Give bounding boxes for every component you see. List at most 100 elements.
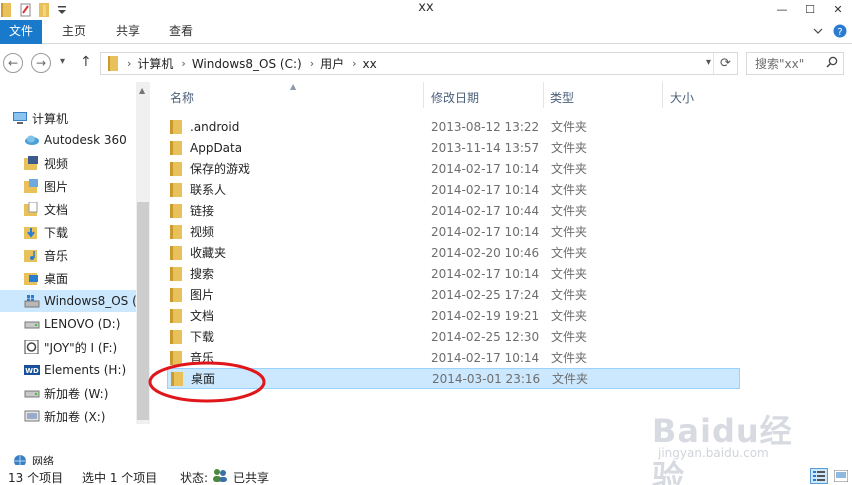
breadcrumb-separator[interactable]: › <box>181 57 185 70</box>
file-date: 2014-02-17 10:14 <box>431 350 540 365</box>
breadcrumb-computer[interactable]: 计算机 <box>137 55 173 72</box>
column-type[interactable]: 类型 <box>550 89 574 106</box>
breadcrumb-drive[interactable]: Windows8_OS (C:) <box>192 57 302 71</box>
table-row[interactable]: 联系人 2014-02-17 10:14 文件夹 <box>167 179 740 200</box>
folder-icon <box>107 56 119 71</box>
sidebar-item-label: "JOY"的 I (F:) <box>44 340 118 355</box>
tab-file[interactable]: 文件 <box>0 20 42 44</box>
table-row[interactable]: 链接 2014-02-17 10:44 文件夹 <box>167 200 740 221</box>
address-dropdown-button[interactable]: ▾ <box>706 57 711 68</box>
folder-icon <box>169 308 187 323</box>
pictures-folder-icon <box>24 179 40 193</box>
folder-icon <box>169 350 187 365</box>
file-date: 2014-02-17 10:14 <box>431 224 540 239</box>
minimize-button[interactable]: — <box>768 0 796 18</box>
window-controls: — ☐ ✕ <box>768 0 852 18</box>
title-bar: xx — ☐ ✕ <box>0 0 852 20</box>
selection-count: 选中 1 个项目 <box>82 471 158 485</box>
column-headers: ▲ 名称 修改日期 类型 大小 <box>150 82 852 108</box>
tab-share[interactable]: 共享 <box>106 20 150 44</box>
downloads-folder-icon <box>24 225 40 239</box>
file-type: 文件夹 <box>551 120 588 134</box>
file-name: 图片 <box>190 288 215 302</box>
column-divider[interactable] <box>543 82 544 108</box>
help-icon[interactable]: ? <box>832 23 848 39</box>
navigation-bar: ← → ▾ ↑ › 计算机 › Windows8_OS (C:) › 用户 › … <box>0 45 852 82</box>
up-button[interactable]: ↑ <box>80 54 92 70</box>
sidebar-scroll-thumb[interactable] <box>137 202 149 420</box>
file-name: 下载 <box>190 330 215 344</box>
table-row[interactable]: 搜索 2014-02-17 10:14 文件夹 <box>167 263 740 284</box>
music-folder-icon <box>24 248 40 262</box>
sidebar-item-label: 图片 <box>44 179 69 194</box>
column-divider[interactable] <box>662 82 663 108</box>
details-view-button[interactable] <box>810 468 828 484</box>
recent-locations-button[interactable]: ▾ <box>60 56 65 67</box>
system-drive-icon <box>24 294 40 308</box>
file-name: 搜索 <box>190 267 215 281</box>
table-row[interactable]: 视频 2014-02-17 10:14 文件夹 <box>167 221 740 242</box>
column-name[interactable]: 名称 <box>170 89 194 106</box>
sidebar-item-computer[interactable]: 计算机 <box>12 107 148 129</box>
search-input[interactable]: 搜索"xx" <box>746 52 844 75</box>
table-row[interactable]: 保存的游戏 2014-02-17 10:14 文件夹 <box>167 158 740 179</box>
file-name: .android <box>190 119 240 134</box>
sidebar-item-label: 桌面 <box>44 271 69 286</box>
chevron-down-icon[interactable] <box>810 23 826 39</box>
sidebar-item-label: 视频 <box>44 156 69 171</box>
folder-icon <box>169 119 187 134</box>
column-size[interactable]: 大小 <box>670 89 694 106</box>
table-row[interactable]: 下载 2014-02-25 12:30 文件夹 <box>167 326 740 347</box>
file-name: 联系人 <box>190 183 227 197</box>
breadcrumb-separator[interactable]: › <box>352 57 356 70</box>
breadcrumb-users[interactable]: 用户 <box>320 55 344 72</box>
table-row[interactable]: 音乐 2014-02-17 10:14 文件夹 <box>167 347 740 368</box>
maximize-button[interactable]: ☐ <box>796 0 824 18</box>
file-date: 2014-02-17 10:14 <box>431 266 540 281</box>
sidebar-item-windows8-os[interactable]: Windows8_OS ( <box>0 290 137 312</box>
back-button[interactable]: ← <box>3 53 23 73</box>
address-bar[interactable]: › 计算机 › Windows8_OS (C:) › 用户 › xx ▾ ⟳ <box>100 52 738 75</box>
desktop-folder-icon <box>24 271 40 285</box>
file-date: 2013-08-12 13:22 <box>431 119 540 134</box>
scroll-up-icon[interactable]: ▲ <box>139 86 145 95</box>
tab-home[interactable]: 主页 <box>52 20 96 44</box>
file-type: 文件夹 <box>551 183 588 197</box>
large-icons-view-button[interactable] <box>832 468 850 484</box>
table-row[interactable]: 桌面 2014-03-01 23:16 文件夹 <box>167 368 740 389</box>
file-date: 2014-02-17 10:14 <box>431 161 540 176</box>
search-icon[interactable] <box>826 56 838 72</box>
computer-icon <box>12 111 28 125</box>
sidebar-item-label: Elements (H:) <box>44 363 127 377</box>
search-placeholder: 搜索"xx" <box>755 57 805 71</box>
svg-text:?: ? <box>837 27 842 38</box>
file-type: 文件夹 <box>551 141 588 155</box>
ribbon-actions: ? <box>810 23 848 39</box>
sidebar-item-label: Autodesk 360 <box>44 133 127 147</box>
file-name: 保存的游戏 <box>190 162 251 176</box>
video-folder-icon <box>24 156 40 170</box>
tab-view[interactable]: 查看 <box>159 20 203 44</box>
breadcrumb-current[interactable]: xx <box>363 57 377 71</box>
refresh-button[interactable]: ⟳ <box>713 53 737 74</box>
table-row[interactable]: AppData 2013-11-14 13:57 文件夹 <box>167 137 740 158</box>
close-button[interactable]: ✕ <box>824 0 852 18</box>
file-name: 音乐 <box>190 351 215 365</box>
column-modified[interactable]: 修改日期 <box>431 89 479 106</box>
file-name: 桌面 <box>191 372 216 386</box>
sidebar-item-label: 文档 <box>44 202 69 217</box>
table-row[interactable]: 收藏夹 2014-02-20 10:46 文件夹 <box>167 242 740 263</box>
table-row[interactable]: 文档 2014-02-19 19:21 文件夹 <box>167 305 740 326</box>
file-type: 文件夹 <box>551 267 588 281</box>
share-state-value: 已共享 <box>233 471 270 485</box>
optical-drive-icon <box>24 339 40 355</box>
forward-button[interactable]: → <box>31 53 51 73</box>
file-date: 2014-02-25 12:30 <box>431 329 540 344</box>
column-divider[interactable] <box>423 82 424 108</box>
file-date: 2014-02-17 10:14 <box>431 182 540 197</box>
breadcrumb-separator[interactable]: › <box>310 57 314 70</box>
breadcrumb-separator[interactable]: › <box>127 57 131 70</box>
sidebar-item-label: 新加卷 (W:) <box>44 386 109 401</box>
table-row[interactable]: 图片 2014-02-25 17:24 文件夹 <box>167 284 740 305</box>
table-row[interactable]: .android 2013-08-12 13:22 文件夹 <box>167 116 740 137</box>
